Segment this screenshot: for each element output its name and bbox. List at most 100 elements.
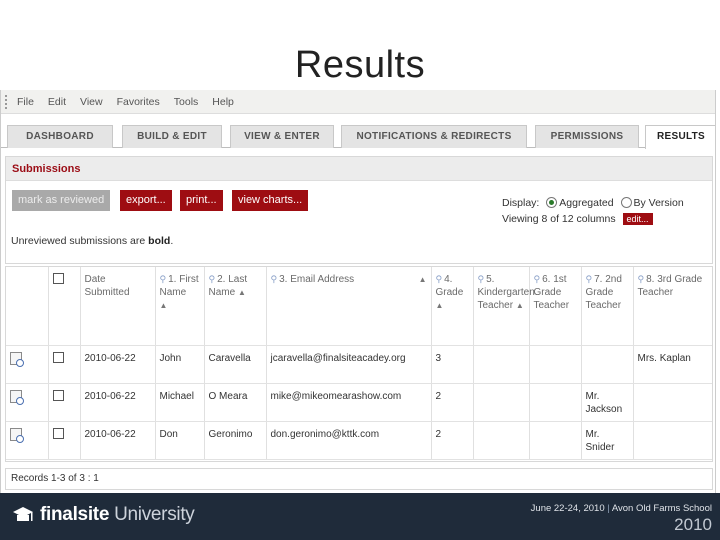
header-first-name[interactable]: ⚲ 1. First Name ▲ [155, 267, 205, 346]
tab-notifications-redirects[interactable]: NOTIFICATIONS & REDIRECTS [341, 125, 527, 148]
header-grade[interactable]: ⚲ 4. Grade ▲ [431, 267, 474, 346]
row-checkbox[interactable] [52, 389, 64, 401]
header-email[interactable]: ⚲ 3. Email Address ▲ [266, 267, 432, 346]
sort-arrow-icon[interactable]: ▲ [160, 301, 168, 310]
cell-1st-grade [529, 345, 582, 384]
tab-build-edit[interactable]: BUILD & EDIT [122, 125, 222, 148]
menu-file[interactable]: File [17, 96, 34, 108]
cell-3rd-grade [633, 421, 712, 460]
browser-window: File Edit View Favorites Tools Help DASH… [0, 90, 716, 493]
magnifier-icon: ⚲ [533, 274, 541, 284]
unreviewed-note: Unreviewed submissions are bold. [11, 235, 173, 247]
toolbar-grip [5, 94, 9, 109]
table-header-row: Date Submitted ⚲ 1. First Name ▲ ⚲ 2. Last … [6, 267, 712, 346]
view-charts-button[interactable]: view charts... [232, 190, 309, 211]
cell-first-name: John [155, 345, 205, 384]
unreviewed-prefix: Unreviewed submissions are [11, 235, 149, 247]
display-label: Display: [502, 197, 540, 209]
print-button[interactable]: print... [180, 190, 223, 211]
cell-grade: 2 [431, 383, 474, 422]
submissions-header: Submissions [6, 157, 712, 181]
cell-email: mike@mikeomearashow.com [266, 383, 432, 422]
view-submission-icon[interactable] [10, 389, 24, 405]
aggregated-label: Aggregated [559, 197, 614, 209]
cell-2nd-grade [581, 345, 634, 384]
header-1st-grade[interactable]: ⚲ 6. 1st Grade Teacher [529, 267, 582, 346]
cell-first-name: Michael [155, 383, 205, 422]
tab-permissions[interactable]: PERMISSIONS [535, 125, 639, 148]
graduation-cap-icon [13, 507, 33, 521]
cell-last-name: O Meara [204, 383, 267, 422]
sort-arrow-icon[interactable]: ▲ [238, 288, 246, 297]
records-count: Records 1-3 of 3 : 1 [5, 468, 713, 490]
cell-date: 2010-06-22 [80, 345, 156, 384]
header-date[interactable]: Date Submitted [80, 267, 156, 346]
slide-title: Results [294, 44, 426, 86]
menu-tools[interactable]: Tools [174, 96, 199, 108]
header-3rd-grade[interactable]: ⚲ 8. 3rd Grade Teacher [633, 267, 712, 346]
magnifier-icon: ⚲ [637, 274, 645, 284]
menu-edit[interactable]: Edit [48, 96, 66, 108]
edit-columns-button[interactable]: edit... [622, 213, 653, 225]
event-separator: | [607, 503, 610, 514]
cell-2nd-grade: Mr. Jackson [581, 383, 634, 422]
cell-last-name: Geronimo [204, 421, 267, 460]
sort-arrow-icon[interactable]: ▲ [436, 301, 444, 310]
by-version-radio[interactable] [620, 197, 632, 208]
unreviewed-bold: bold [148, 235, 171, 247]
row-checkbox[interactable] [52, 351, 64, 363]
header-select-all [48, 267, 81, 346]
view-submission-icon[interactable] [10, 427, 24, 443]
tab-dashboard[interactable]: DASHBOARD [7, 125, 113, 148]
results-table-wrapper: Date Submitted ⚲ 1. First Name ▲ ⚲ 2. Last … [5, 266, 713, 462]
menu-bar: File Edit View Favorites Tools Help [1, 90, 715, 114]
results-table: Date Submitted ⚲ 1. First Name ▲ ⚲ 2. Last … [6, 267, 712, 460]
viewing-text: Viewing 8 of 12 columns [502, 213, 616, 225]
event-info: June 22-24, 2010 | Avon Old Farms School [531, 503, 712, 514]
header-last-name[interactable]: ⚲ 2. Last Name ▲ [204, 267, 267, 346]
menu-view[interactable]: View [80, 96, 103, 108]
brand-name: finalsite [40, 504, 110, 525]
event-place: Avon Old Farms School [611, 503, 712, 514]
cell-kindergarten [473, 383, 530, 422]
select-all-checkbox[interactable] [52, 273, 64, 284]
menu-favorites[interactable]: Favorites [117, 96, 160, 108]
header-2nd-grade[interactable]: ⚲ 7. 2nd Grade Teacher [581, 267, 634, 346]
cell-first-name: Don [155, 421, 205, 460]
event-year: 2010 [674, 515, 712, 534]
cell-last-name: Caravella [204, 345, 267, 384]
submissions-panel: Submissions mark as reviewed export... p… [5, 156, 713, 264]
sort-arrow-icon[interactable]: ▲ [516, 301, 524, 310]
event-date: June 22-24, 2010 [530, 503, 605, 514]
view-submission-icon[interactable] [10, 351, 24, 367]
viewing-columns: Viewing 8 of 12 columns edit... [502, 213, 653, 225]
brand-suffix: University [114, 504, 195, 525]
cell-email: jcaravella@finalsiteacadey.org [266, 345, 432, 384]
table-row[interactable]: 2010-06-22 Don Geronimo don.geronimo@ktt… [6, 421, 712, 460]
table-row[interactable]: 2010-06-22 John Caravella jcaravella@fin… [6, 345, 712, 384]
cell-kindergarten [473, 345, 530, 384]
tab-results[interactable]: RESULTS [645, 125, 715, 149]
magnifier-icon: ⚲ [477, 274, 485, 284]
header-kindergarten[interactable]: ⚲ 5. Kindergarten Teacher ▲ [473, 267, 535, 346]
table-row[interactable]: 2010-06-22 Michael O Meara mike@mikeomea… [6, 383, 712, 422]
cell-3rd-grade: Mrs. Kaplan [633, 345, 712, 384]
cell-grade: 2 [431, 421, 474, 460]
header-icon-cell [6, 267, 49, 346]
row-checkbox[interactable] [52, 427, 64, 439]
sort-arrow-icon[interactable]: ▲ [419, 273, 427, 286]
menu-help[interactable]: Help [212, 96, 234, 108]
aggregated-radio[interactable] [546, 197, 558, 208]
by-version-label: By Version [633, 197, 684, 209]
display-toggle: Display: Aggregated By Version [502, 197, 684, 209]
magnifier-icon: ⚲ [270, 274, 278, 284]
mark-reviewed-button[interactable]: mark as reviewed [12, 190, 111, 211]
tab-view-enter[interactable]: VIEW & ENTER [230, 125, 334, 148]
tab-bar: DASHBOARD BUILD & EDIT VIEW & ENTER NOTI… [1, 122, 715, 149]
export-button[interactable]: export... [120, 190, 172, 211]
cell-kindergarten [473, 421, 530, 460]
magnifier-icon: ⚲ [159, 274, 167, 284]
cell-3rd-grade [633, 383, 712, 422]
cell-1st-grade [529, 383, 582, 422]
cell-1st-grade [529, 421, 582, 460]
